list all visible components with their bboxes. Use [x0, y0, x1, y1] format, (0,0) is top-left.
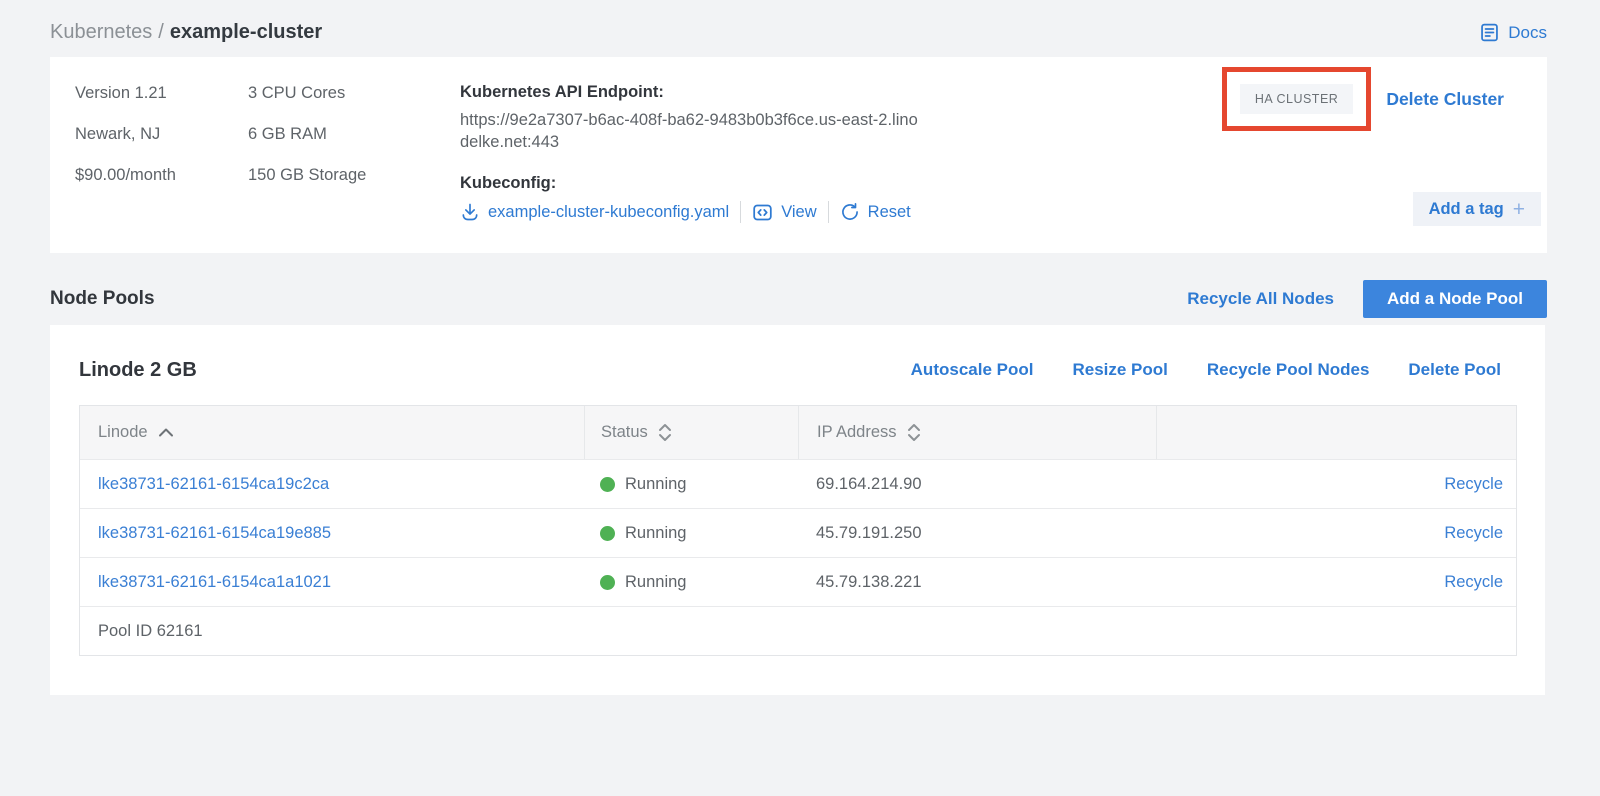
add-node-pool-button[interactable]: Add a Node Pool: [1363, 280, 1547, 318]
spec-column-2: 3 CPU Cores 6 GB RAM 150 GB Storage: [248, 81, 366, 204]
ha-cluster-badge: HA CLUSTER: [1240, 84, 1354, 114]
divider: [828, 201, 829, 223]
cluster-version: Version 1.21: [75, 81, 176, 105]
recycle-node-button[interactable]: Recycle: [1444, 524, 1503, 542]
status-running-dot: [600, 526, 615, 541]
status-label: Running: [625, 475, 686, 494]
column-header-ip-address[interactable]: IP Address: [798, 406, 1156, 459]
sort-both-icon: [907, 423, 921, 442]
column-header-actions: [1156, 406, 1516, 459]
kubeconfig-actions: example-cluster-kubeconfig.yaml View: [460, 201, 925, 223]
table-row: lke38731-62161-6154ca19c2ca Running 69.1…: [80, 459, 1516, 508]
sort-both-icon: [658, 423, 672, 442]
cluster-ram: 6 GB RAM: [248, 122, 366, 146]
node-link[interactable]: lke38731-62161-6154ca19c2ca: [98, 475, 329, 493]
cluster-region: Newark, NJ: [75, 122, 176, 146]
kubeconfig-file-name: example-cluster-kubeconfig.yaml: [488, 203, 729, 222]
status-running-dot: [600, 477, 615, 492]
status-label: Running: [625, 573, 686, 592]
breadcrumb-cluster-name: example-cluster: [170, 21, 322, 43]
recycle-all-nodes-button[interactable]: Recycle All Nodes: [1187, 289, 1334, 309]
annotation-highlight-box: HA CLUSTER: [1222, 67, 1372, 131]
cluster-price: $90.00/month: [75, 163, 176, 187]
node-link[interactable]: lke38731-62161-6154ca19e885: [98, 524, 331, 542]
breadcrumb-kubernetes-link[interactable]: Kubernetes: [50, 21, 152, 43]
cluster-summary-card: Version 1.21 Newark, NJ $90.00/month 3 C…: [50, 57, 1547, 253]
reset-icon: [840, 202, 860, 222]
autoscale-pool-button[interactable]: Autoscale Pool: [911, 360, 1034, 380]
table-header-row: Linode Status: [80, 406, 1516, 459]
column-header-status[interactable]: Status: [584, 406, 798, 459]
status-running-dot: [600, 575, 615, 590]
add-tag-button[interactable]: Add a tag +: [1413, 192, 1541, 226]
node-pools-title: Node Pools: [50, 288, 155, 310]
node-pools-section-header: Node Pools Recycle All Nodes Add a Node …: [50, 280, 1547, 318]
breadcrumb-separator: /: [158, 21, 164, 43]
status-column-label: Status: [601, 423, 648, 442]
node-link[interactable]: lke38731-62161-6154ca1a1021: [98, 573, 331, 591]
recycle-node-button[interactable]: Recycle: [1444, 475, 1503, 493]
node-ip: 69.164.214.90: [798, 475, 1156, 494]
add-tag-label: Add a tag: [1429, 200, 1504, 219]
view-label: View: [781, 203, 816, 222]
pool-id-label: Pool ID 62161: [98, 622, 203, 641]
reset-label: Reset: [868, 203, 911, 222]
pool-header: Linode 2 GB Autoscale Pool Resize Pool R…: [79, 355, 1501, 385]
recycle-pool-nodes-button[interactable]: Recycle Pool Nodes: [1207, 360, 1370, 380]
download-icon: [460, 202, 480, 222]
kubeconfig-reset-link[interactable]: Reset: [840, 202, 911, 222]
recycle-node-button[interactable]: Recycle: [1444, 573, 1503, 591]
node-ip: 45.79.191.250: [798, 524, 1156, 543]
cluster-actions: HA CLUSTER Delete Cluster: [1222, 67, 1504, 131]
node-table: Linode Status: [79, 405, 1517, 656]
node-pool-card: Linode 2 GB Autoscale Pool Resize Pool R…: [50, 325, 1545, 695]
cluster-cpu: 3 CPU Cores: [248, 81, 366, 105]
kubeconfig-download-link[interactable]: example-cluster-kubeconfig.yaml: [460, 202, 729, 222]
api-endpoint-block: Kubernetes API Endpoint: https://9e2a730…: [460, 81, 925, 223]
code-view-icon: [752, 202, 773, 223]
plus-icon: +: [1513, 199, 1525, 220]
docs-label: Docs: [1508, 23, 1547, 43]
node-ip: 45.79.138.221: [798, 573, 1156, 592]
cluster-storage: 150 GB Storage: [248, 163, 366, 187]
pool-name: Linode 2 GB: [79, 359, 197, 382]
api-endpoint-label: Kubernetes API Endpoint:: [460, 81, 925, 103]
ip-address-column-label: IP Address: [817, 423, 897, 442]
resize-pool-button[interactable]: Resize Pool: [1072, 360, 1167, 380]
pool-id-footer: Pool ID 62161: [80, 606, 1516, 655]
column-header-linode[interactable]: Linode: [80, 406, 584, 459]
kubeconfig-label: Kubeconfig:: [460, 172, 925, 194]
divider: [740, 201, 741, 223]
table-row: lke38731-62161-6154ca1a1021 Running 45.7…: [80, 557, 1516, 606]
linode-column-label: Linode: [98, 423, 148, 442]
spec-column-1: Version 1.21 Newark, NJ $90.00/month: [75, 81, 176, 204]
breadcrumb: Kubernetes / example-cluster: [50, 21, 322, 44]
delete-cluster-button[interactable]: Delete Cluster: [1386, 89, 1504, 110]
pool-actions: Autoscale Pool Resize Pool Recycle Pool …: [911, 360, 1501, 380]
sort-ascending-icon: [158, 428, 174, 437]
kubeconfig-view-link[interactable]: View: [752, 202, 816, 223]
status-label: Running: [625, 524, 686, 543]
api-endpoint-url: https://9e2a7307-b6ac-408f-ba62-9483b0b3…: [460, 109, 925, 153]
kubernetes-cluster-detail-page: Kubernetes / example-cluster Docs Version …: [0, 0, 1600, 796]
docs-icon: [1479, 22, 1500, 43]
delete-pool-button[interactable]: Delete Pool: [1408, 360, 1501, 380]
docs-link[interactable]: Docs: [1479, 22, 1547, 43]
table-row: lke38731-62161-6154ca19e885 Running 45.7…: [80, 508, 1516, 557]
